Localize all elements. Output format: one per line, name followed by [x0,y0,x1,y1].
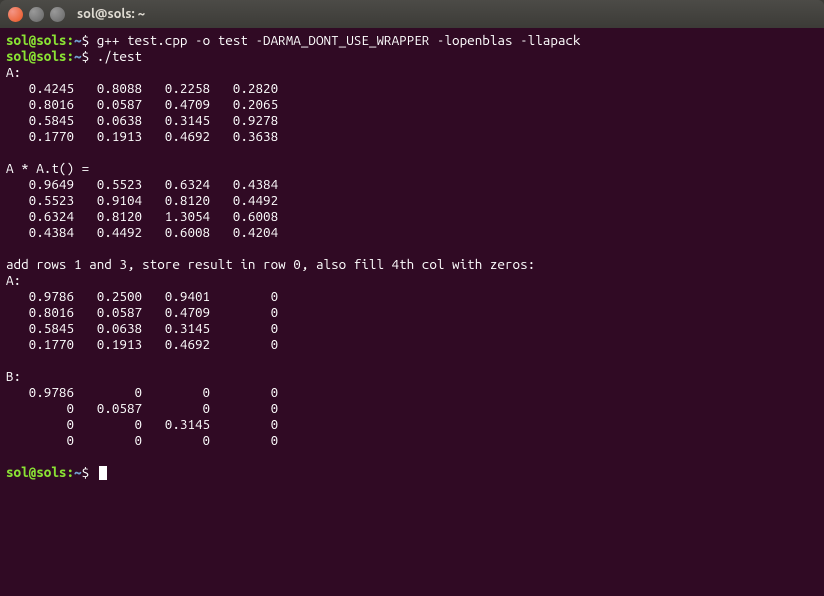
window-controls [8,7,65,22]
matrix-row: 0.8016 0.0587 0.4709 0.2065 [6,96,278,112]
matrix-row: 0.4384 0.4492 0.6008 0.4204 [6,224,278,240]
matrix-row: 0.1770 0.1913 0.4692 0.3638 [6,128,278,144]
output-label: add rows 1 and 3, store result in row 0,… [6,256,535,272]
prompt-path: ~ [74,32,82,48]
prompt-sep: : [66,48,74,64]
prompt-user-host: sol@sols [6,464,66,480]
terminal-window: sol@sols: ~ sol@sols:~$ g++ test.cpp -o … [0,0,824,596]
maximize-icon[interactable] [50,7,65,22]
matrix-row: 0.5523 0.9104 0.8120 0.4492 [6,192,278,208]
matrix-row: 0.6324 0.8120 1.3054 0.6008 [6,208,278,224]
prompt-sep: : [66,32,74,48]
matrix-row: 0.1770 0.1913 0.4692 0 [6,336,278,352]
command-text: g++ test.cpp -o test -DARMA_DONT_USE_WRA… [97,32,581,48]
prompt-symbol: $ [82,48,90,64]
matrix-row: 0.8016 0.0587 0.4709 0 [6,304,278,320]
terminal-body[interactable]: sol@sols:~$ g++ test.cpp -o test -DARMA_… [0,28,824,596]
output-label: A: [6,272,21,288]
minimize-icon[interactable] [29,7,44,22]
terminal-cursor [99,466,107,480]
prompt-path: ~ [74,48,82,64]
matrix-row: 0 0.0587 0 0 [6,400,278,416]
output-label: B: [6,368,21,384]
matrix-row: 0 0 0.3145 0 [6,416,278,432]
prompt-path: ~ [74,464,82,480]
matrix-row: 0.9786 0.2500 0.9401 0 [6,288,278,304]
prompt-user-host: sol@sols [6,48,66,64]
matrix-row: 0.5845 0.0638 0.3145 0.9278 [6,112,278,128]
matrix-row: 0.5845 0.0638 0.3145 0 [6,320,278,336]
close-icon[interactable] [8,7,23,22]
matrix-row: 0 0 0 0 [6,432,278,448]
prompt-sep: : [66,464,74,480]
command-text: ./test [97,48,142,64]
window-title: sol@sols: ~ [77,7,145,21]
matrix-row: 0.9786 0 0 0 [6,384,278,400]
matrix-row: 0.9649 0.5523 0.6324 0.4384 [6,176,278,192]
prompt-user-host: sol@sols [6,32,66,48]
window-titlebar[interactable]: sol@sols: ~ [0,0,824,28]
matrix-row: 0.4245 0.8088 0.2258 0.2820 [6,80,278,96]
output-label: A * A.t() = [6,160,97,176]
prompt-symbol: $ [82,32,90,48]
prompt-symbol: $ [82,464,90,480]
output-label: A: [6,64,21,80]
